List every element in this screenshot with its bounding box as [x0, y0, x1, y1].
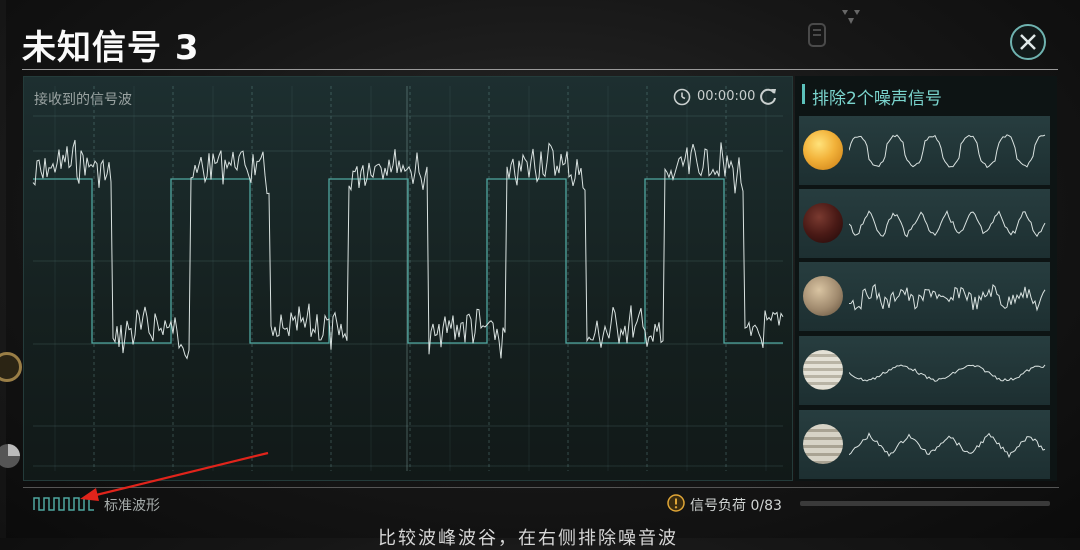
timer-value: 00:00:00 [697, 89, 756, 104]
signal-device-icon [808, 23, 826, 47]
network-icon [842, 10, 860, 24]
page-title: 未知信号 3 [22, 28, 200, 68]
header-accent-bar [802, 84, 805, 104]
signal-load-bar [800, 501, 1050, 506]
close-icon [1020, 34, 1036, 50]
noise-waveform [849, 432, 1046, 459]
gas-giant-2-icon [803, 424, 843, 464]
close-button[interactable] [1010, 24, 1046, 60]
noise-waveform [849, 283, 1046, 312]
instruction-hint: 比较波峰波谷，在右侧排除噪音波 [378, 528, 678, 549]
sun-icon [803, 130, 843, 170]
side-pie-icon[interactable] [0, 442, 22, 470]
received-wave-chart [32, 86, 784, 471]
clock-icon [673, 88, 691, 106]
noise-signal-card-gas-giant[interactable] [799, 336, 1050, 405]
noise-waveform [849, 364, 1046, 382]
side-compass-icon[interactable] [0, 352, 22, 382]
gas-giant-icon [803, 350, 843, 390]
annotation-arrow [80, 451, 269, 501]
noise-waveform [849, 209, 1046, 238]
noise-signal-card-gas-giant-2[interactable] [799, 410, 1050, 479]
noise-signal-card-rocky-planet[interactable] [799, 262, 1050, 331]
title-divider [22, 69, 1058, 70]
lava-planet-icon [803, 203, 843, 243]
refresh-icon[interactable] [758, 86, 778, 106]
noise-signal-card-sun[interactable] [799, 116, 1050, 185]
signal-load-text: 信号负荷 0/83 [690, 498, 782, 514]
noise-signal-card-lava-planet[interactable] [799, 189, 1050, 258]
noise-waveform [849, 134, 1046, 169]
rocky-planet-icon [803, 276, 843, 316]
noise-panel-header: 排除2个噪声信号 [812, 89, 942, 109]
warning-icon [667, 494, 685, 512]
wave-panel-label: 接收到的信号波 [34, 92, 132, 108]
